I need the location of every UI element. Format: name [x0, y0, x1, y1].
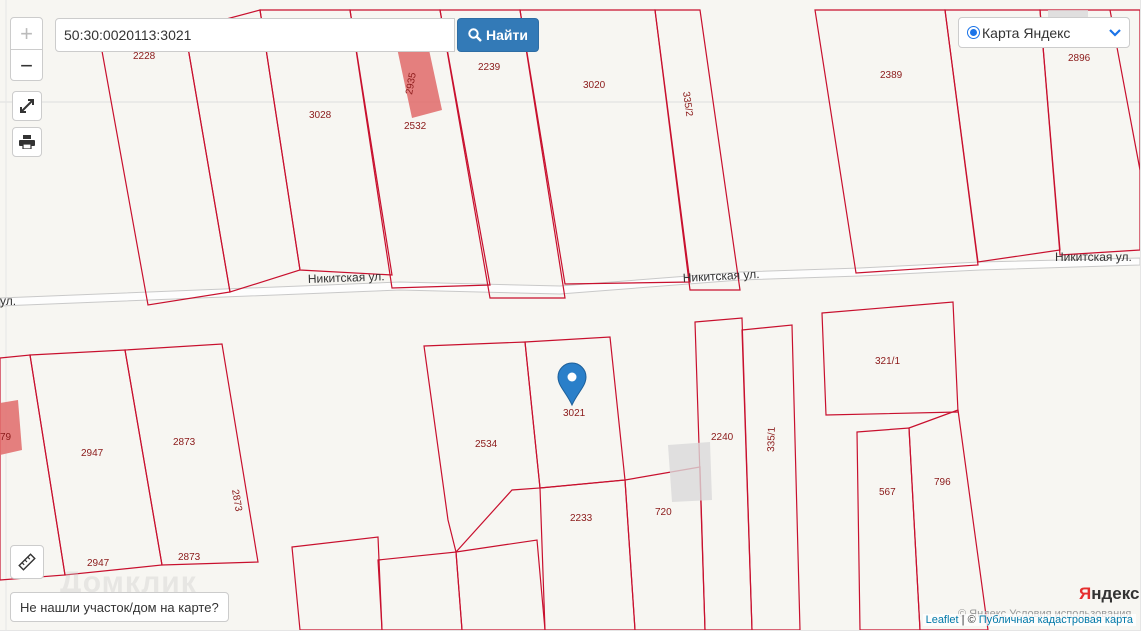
parcel-label: 2947 — [81, 448, 104, 459]
radio-selected-icon — [967, 26, 980, 39]
parcel-label: 3021 — [563, 408, 586, 419]
parcel-label: 720 — [655, 507, 672, 518]
ruler-icon — [18, 553, 36, 571]
parcel-label: 2873 — [229, 489, 244, 513]
search-button-label: Найти — [486, 27, 528, 43]
zoom-out-button[interactable]: − — [11, 50, 42, 81]
leaflet-link[interactable]: Leaflet — [926, 614, 959, 626]
cadastral-layer: ул. Никитская ул. Никитская ул. Никитска… — [0, 0, 1140, 630]
street-label-left: ул. — [0, 294, 16, 308]
parcel-label: 2873 — [178, 552, 201, 563]
basemap-select-value: Карта Яндекс — [982, 24, 1071, 41]
parcel-label: 796 — [934, 477, 951, 488]
street-label-nikitskaya-3: Никитская ул. — [1055, 250, 1132, 264]
parcel-label: 2228 — [133, 51, 156, 62]
parcel-label: 335/1 — [766, 426, 778, 452]
parcel-label: 2873 — [173, 437, 196, 448]
print-icon — [19, 135, 35, 149]
basemap-select[interactable]: Карта Яндекс — [958, 17, 1130, 48]
map-attribution: Leaflet | © Публичная кадастровая карта — [922, 614, 1136, 626]
parcel-label: 321/1 — [875, 356, 900, 367]
measure-button[interactable] — [10, 545, 44, 579]
parcel-label: 2389 — [880, 70, 903, 81]
parcel-label: 567 — [879, 487, 896, 498]
parcel-label: 2532 — [404, 121, 427, 132]
print-button[interactable] — [12, 127, 42, 157]
zoom-control: + − — [10, 17, 43, 81]
parcel-label: 3020 — [583, 80, 606, 91]
parcel-label: 2239 — [478, 62, 501, 73]
search-button[interactable]: Найти — [457, 18, 539, 52]
chevron-down-icon — [1109, 28, 1121, 37]
parcel-label: 79 — [0, 432, 12, 443]
zoom-in-button[interactable]: + — [11, 18, 42, 50]
parcel-label: 335/2 — [680, 91, 694, 118]
map-canvas[interactable]: ул. Никитская ул. Никитская ул. Никитска… — [0, 0, 1141, 631]
street-label-nikitskaya-1: Никитская ул. — [308, 269, 385, 286]
fullscreen-button[interactable] — [12, 91, 42, 121]
parcel-label: 3028 — [309, 110, 332, 121]
cadastral-search-input[interactable] — [55, 18, 455, 52]
parcel-label: 2233 — [570, 513, 593, 524]
search-icon — [468, 28, 482, 42]
parcel-label: 2896 — [1068, 53, 1091, 64]
fullscreen-icon — [20, 99, 34, 113]
not-found-button[interactable]: Не нашли участок/дом на карте? — [10, 592, 229, 622]
yandex-logo: Яндекс — [1079, 584, 1140, 603]
pkk-link[interactable]: Публичная кадастровая карта — [979, 614, 1133, 626]
parcel-label: 2534 — [475, 439, 498, 450]
map-pin-icon[interactable] — [557, 362, 587, 407]
parcel-label: 2240 — [711, 432, 734, 443]
street-label-nikitskaya-2: Никитская ул. — [682, 267, 759, 285]
